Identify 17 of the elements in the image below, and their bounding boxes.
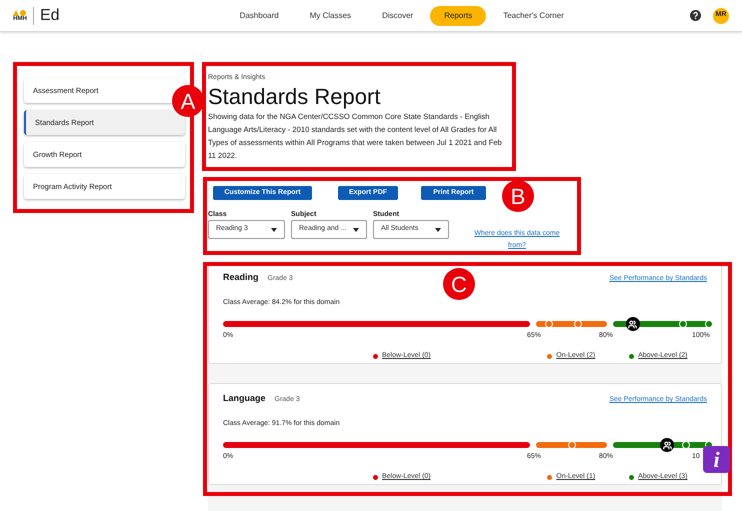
caret-icon xyxy=(271,228,277,232)
page-title: Standards Report xyxy=(208,84,382,110)
info-button[interactable]: i xyxy=(703,446,730,473)
nav-tab[interactable]: Dashboard xyxy=(226,6,293,26)
callout-marker: B xyxy=(502,180,534,212)
nav-tab[interactable]: Discover xyxy=(368,6,428,26)
help-icon[interactable] xyxy=(690,10,701,21)
domain-name: Reading xyxy=(223,271,259,284)
caret-icon xyxy=(353,228,359,232)
nav-tab[interactable]: My Classes xyxy=(296,6,366,26)
nav-tab[interactable]: Teacher's Corner xyxy=(489,6,578,26)
domain-name: Language xyxy=(223,392,266,405)
nav-tab[interactable]: Reports xyxy=(430,6,486,26)
logo-shapes-icon xyxy=(13,10,27,16)
score-band xyxy=(536,442,608,448)
caret-icon xyxy=(435,228,441,232)
product-logo: Ed xyxy=(40,6,60,26)
